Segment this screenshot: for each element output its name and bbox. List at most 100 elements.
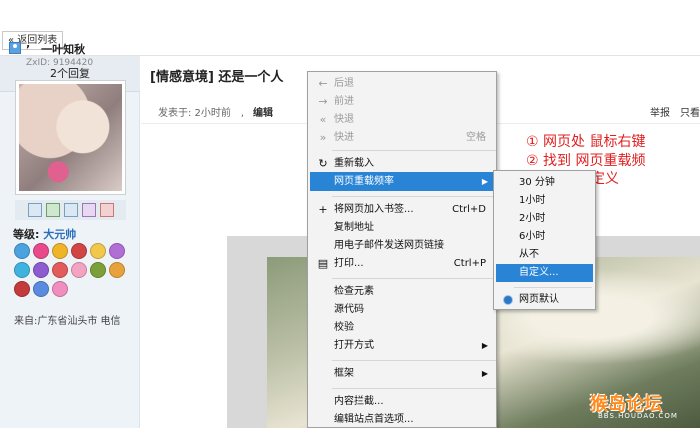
submenu-arrow-icon: ▶ xyxy=(481,341,488,350)
menu-separator xyxy=(332,388,496,389)
watermark-url: BBS.HOUDAO.COM xyxy=(598,412,678,420)
user-level: 等级: 大元帅 xyxy=(13,226,76,242)
menu-label: 快退 xyxy=(334,114,354,125)
medal-icon xyxy=(33,281,49,297)
menu-item-fast-forward[interactable]: » 快进 空格 xyxy=(310,128,494,147)
plus-icon: + xyxy=(318,203,328,216)
medal-icon xyxy=(14,262,30,278)
radio-selected-icon xyxy=(504,296,512,304)
menu-separator xyxy=(332,150,496,151)
medal-icon xyxy=(33,262,49,278)
menu-label: 内容拦截... xyxy=(334,396,384,407)
username[interactable]: ’ 一叶知秋 xyxy=(26,41,85,57)
menu-item-back[interactable]: ← 后退 xyxy=(310,74,494,93)
menu-label: 后退 xyxy=(334,78,354,89)
menu-item-reload[interactable]: ↻ 重新载入 xyxy=(310,154,494,173)
menu-item-email-link[interactable]: 用电子邮件发送网页链接 xyxy=(310,236,494,255)
only-view-link[interactable]: 只看 xyxy=(680,104,700,119)
medal-icon xyxy=(90,243,106,259)
forward-arrow-icon: → xyxy=(318,95,328,108)
level-value: 大元帅 xyxy=(43,228,77,241)
user-location: 来自:广东省汕头市 电信 xyxy=(14,316,121,327)
context-menu: ← 后退 → 前进 « 快退 » 快进 空格 ↻ 重新载入 网页重载频率 ▶ +… xyxy=(307,71,497,428)
menu-label: 编辑站点首选项... xyxy=(334,414,414,425)
profile-icon[interactable] xyxy=(63,203,78,217)
menu-item-open-with[interactable]: 打开方式 ▶ xyxy=(310,336,494,355)
fast-forward-icon: » xyxy=(319,131,327,144)
submenu-item-2h[interactable]: 2小时 xyxy=(496,210,593,228)
annotation-step-1: ① 网页处 鼠标右键 xyxy=(526,134,646,150)
submenu-item-6h[interactable]: 6小时 xyxy=(496,228,593,246)
gift-icon[interactable] xyxy=(99,203,114,217)
menu-label: 复制地址 xyxy=(334,222,374,233)
menu-label: 检查元素 xyxy=(334,286,374,297)
menu-separator xyxy=(332,278,496,279)
medal-icon xyxy=(14,243,30,259)
submenu-item-default[interactable]: 网页默认 xyxy=(496,291,593,309)
menu-item-validate[interactable]: 校验 xyxy=(310,318,494,337)
report-link[interactable]: 举报 xyxy=(650,104,670,119)
menu-separator xyxy=(332,360,496,361)
menu-label: 打印... xyxy=(334,258,364,269)
submenu-item-1h[interactable]: 1小时 xyxy=(496,192,593,210)
submenu-item-never[interactable]: 从不 xyxy=(496,246,593,264)
medal-icon xyxy=(71,262,87,278)
edit-link[interactable]: 编辑 xyxy=(253,104,273,119)
menu-label: 源代码 xyxy=(334,304,364,315)
menu-shortcut: 空格 xyxy=(466,132,486,143)
menu-shortcut: Ctrl+D xyxy=(452,204,486,215)
menu-label: 框架 xyxy=(334,368,354,379)
user-action-bar xyxy=(15,200,126,220)
medal-icon xyxy=(52,262,68,278)
message-icon[interactable] xyxy=(27,203,42,217)
menu-label: 打开方式 xyxy=(334,340,374,351)
add-friend-icon[interactable] xyxy=(45,203,60,217)
menu-label: 网页重载频率 xyxy=(334,176,394,187)
medal-icon xyxy=(109,243,125,259)
annotation-step-2: ② 找到 网页重载频 xyxy=(526,153,646,169)
avatar-image xyxy=(19,84,122,191)
avatar[interactable] xyxy=(15,80,126,195)
top-bar: « 返回列表 xyxy=(0,0,700,56)
submenu-item-custom[interactable]: 自定义... xyxy=(496,264,593,282)
menu-separator xyxy=(514,287,592,288)
menu-item-inspect[interactable]: 检查元素 xyxy=(310,282,494,301)
medal-icon xyxy=(14,281,30,297)
submenu-item-30min[interactable]: 30 分钟 xyxy=(496,174,593,192)
post-time: 发表于: 2小时前 , xyxy=(158,108,245,119)
menu-item-print[interactable]: ▤ 打印... Ctrl+P xyxy=(310,254,494,273)
medal-icon xyxy=(33,243,49,259)
post-title: [情感意境] 还是一个人 xyxy=(150,70,284,85)
menu-label: 校验 xyxy=(334,322,354,333)
medal-icon xyxy=(90,262,106,278)
menu-item-fast-back[interactable]: « 快退 xyxy=(310,110,494,129)
menu-item-bookmark[interactable]: + 将网页加入书签... Ctrl+D xyxy=(310,200,494,219)
menu-item-site-prefs[interactable]: 编辑站点首选项... xyxy=(310,410,494,428)
menu-label: 快进 xyxy=(334,132,354,143)
level-label: 等级: xyxy=(13,228,40,241)
medal-list xyxy=(14,243,132,297)
user-zxid: ZxID: 9194420 xyxy=(26,58,94,68)
medal-icon xyxy=(71,243,87,259)
menu-label: 用电子邮件发送网页链接 xyxy=(334,240,444,251)
medal-icon xyxy=(52,281,68,297)
menu-item-reload-frequency[interactable]: 网页重载频率 ▶ xyxy=(310,172,494,191)
menu-item-copy-address[interactable]: 复制地址 xyxy=(310,218,494,237)
menu-item-source[interactable]: 源代码 xyxy=(310,300,494,319)
medal-icon xyxy=(52,243,68,259)
back-arrow-icon: ← xyxy=(318,77,328,90)
menu-shortcut: Ctrl+P xyxy=(453,258,486,269)
submenu-arrow-icon: ▶ xyxy=(481,177,488,186)
menu-label: 重新载入 xyxy=(334,158,374,169)
menu-label: 前进 xyxy=(334,96,354,107)
menu-item-block-content[interactable]: 内容拦截... xyxy=(310,392,494,411)
menu-item-forward[interactable]: → 前进 xyxy=(310,92,494,111)
printer-icon: ▤ xyxy=(317,257,329,270)
album-icon[interactable] xyxy=(81,203,96,217)
reload-frequency-submenu: 30 分钟 1小时 2小时 6小时 从不 自定义... 网页默认 xyxy=(493,170,596,310)
reload-icon: ↻ xyxy=(318,157,328,170)
user-icon xyxy=(9,42,21,54)
submenu-arrow-icon: ▶ xyxy=(481,369,488,378)
menu-label: 网页默认 xyxy=(519,294,559,305)
menu-item-frame[interactable]: 框架 ▶ xyxy=(310,364,494,383)
